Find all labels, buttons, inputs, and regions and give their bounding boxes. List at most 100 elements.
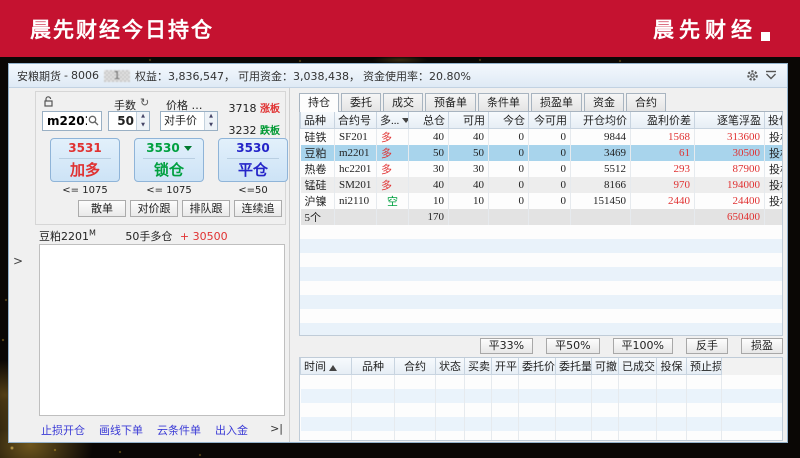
close-100-button[interactable]: 平100% bbox=[612, 338, 673, 354]
col-today-avail[interactable]: 今可用 bbox=[528, 112, 571, 129]
spin-down-icon[interactable]: ▼ bbox=[137, 121, 149, 130]
col-time[interactable]: 时间 bbox=[300, 358, 352, 375]
tab-contracts[interactable]: 合约 bbox=[626, 93, 666, 111]
col-available[interactable]: 可用 bbox=[448, 112, 489, 129]
data-panel: 持仓 委托 成交 预备单 条件单 损盈单 资金 合约 品种 合约号 多... 总… bbox=[291, 88, 787, 442]
col-order-price[interactable]: 委托价 bbox=[518, 358, 556, 375]
top-banner: 晨先财经今日持仓 晨先财经 bbox=[0, 0, 800, 57]
sort-asc-icon[interactable] bbox=[329, 361, 337, 372]
position-row-selected[interactable]: 豆粕 m2201 多 50 50 0 0 3469 61 30500 投机 bbox=[300, 145, 782, 161]
tab-condition-orders[interactable]: 条件单 bbox=[478, 93, 529, 111]
counter-follow-button[interactable]: 对价跟 bbox=[130, 200, 178, 217]
col-contract[interactable]: 合约 bbox=[394, 358, 436, 375]
spin-up-icon[interactable]: ▲ bbox=[205, 112, 217, 121]
lock-price: 3530 bbox=[146, 141, 192, 156]
order-panel: > 手数 ↻ 价格 … 50 ▲▼ 对手价 ▲▼ bbox=[9, 88, 290, 442]
tab-positions[interactable]: 持仓 bbox=[299, 93, 339, 112]
col-variety[interactable]: 品种 bbox=[300, 112, 335, 129]
lock-position-button[interactable]: 3530 锁仓 bbox=[134, 138, 204, 182]
account-number: 8006 bbox=[70, 69, 99, 82]
lock-dropdown-icon[interactable] bbox=[183, 145, 192, 155]
close-33-button[interactable]: 平33% bbox=[479, 338, 534, 354]
bottom-links: 止损开仓 画线下单 云条件单 出入金 >| bbox=[41, 422, 283, 438]
tab-orders[interactable]: 委托 bbox=[341, 93, 381, 111]
available-funds-text: 可用资金：3,038,438， bbox=[237, 69, 360, 83]
empty-order-row bbox=[300, 430, 782, 440]
tab-funds[interactable]: 资金 bbox=[584, 93, 624, 111]
tab-prepared-orders[interactable]: 预备单 bbox=[425, 93, 476, 111]
position-row[interactable]: 沪镍 ni2110 空 10 10 0 0 151450 2440 24400 … bbox=[300, 193, 782, 209]
col-profit-diff[interactable]: 盈利价差 bbox=[630, 112, 695, 129]
col-buysell[interactable]: 买卖 bbox=[464, 358, 492, 375]
tab-stop-profit-orders[interactable]: 损盈单 bbox=[531, 93, 582, 111]
close-label: 平仓 bbox=[237, 161, 268, 179]
price-spinner[interactable]: ▲ ▼ bbox=[204, 112, 217, 130]
upper-limit-price: 3718 bbox=[228, 102, 257, 115]
spin-up-icon[interactable]: ▲ bbox=[137, 112, 149, 121]
col-contract[interactable]: 合约号 bbox=[334, 112, 377, 129]
empty-order-row bbox=[300, 388, 782, 403]
search-icon[interactable] bbox=[88, 115, 99, 126]
lock-limit-hint: <= 1075 bbox=[146, 185, 192, 196]
close-position-button[interactable]: 3530 平仓 bbox=[218, 138, 288, 182]
broker-name: 安粮期货 bbox=[17, 69, 61, 83]
banner-brand: 晨先财经 bbox=[653, 14, 770, 44]
position-row[interactable]: 锰硅 SM201 多 40 40 0 0 8166 970 194000 投机 bbox=[300, 177, 782, 193]
spin-down-icon[interactable]: ▼ bbox=[205, 121, 217, 130]
stop-profit-button[interactable]: 损盈 bbox=[741, 338, 783, 354]
lots-spinner[interactable]: ▲ ▼ bbox=[136, 112, 149, 130]
price-type-select[interactable]: 对手价 ▲ ▼ bbox=[160, 111, 218, 131]
filter-icon[interactable] bbox=[402, 118, 408, 127]
col-total[interactable]: 总仓 bbox=[408, 112, 449, 129]
empty-order-row bbox=[300, 402, 782, 417]
col-preset-stop[interactable]: 预止损 bbox=[686, 358, 722, 375]
cloud-condition-link[interactable]: 云条件单 bbox=[157, 422, 201, 438]
refresh-lots-icon[interactable]: ↻ bbox=[140, 96, 149, 109]
col-openclose[interactable]: 开平 bbox=[491, 358, 519, 375]
lock-label: 锁仓 bbox=[153, 161, 184, 179]
stop-open-link[interactable]: 止损开仓 bbox=[41, 422, 85, 438]
upper-limit-tag: 涨板 bbox=[260, 104, 280, 115]
positions-table: 品种 合约号 多... 总仓 可用 今仓 今可用 开仓均价 盈利价差 逐笔浮盈 … bbox=[299, 112, 783, 336]
col-variety[interactable]: 品种 bbox=[351, 358, 395, 375]
funds-transfer-link[interactable]: 出入金 bbox=[215, 422, 248, 438]
draw-line-order-link[interactable]: 画线下单 bbox=[99, 422, 143, 438]
collapse-right-icon[interactable]: >| bbox=[270, 422, 283, 438]
lots-spinbox[interactable]: 50 ▲ ▼ bbox=[108, 111, 150, 131]
position-row[interactable]: 硅铁 SF201 多 40 40 0 0 9844 1568 313600 投机 bbox=[300, 128, 782, 145]
position-row[interactable]: 热卷 hc2201 多 30 30 0 0 5512 293 87900 投机 bbox=[300, 161, 782, 177]
col-hedge[interactable]: 投保 bbox=[764, 112, 782, 129]
panel-expander[interactable]: > bbox=[11, 254, 25, 274]
banner-title: 晨先财经今日持仓 bbox=[30, 17, 214, 42]
position-summary-line: 豆粕2201M 50手多仓 + 30500 bbox=[39, 228, 228, 244]
account-redacted: 1 bbox=[103, 69, 130, 82]
positions-header-row: 品种 合约号 多... 总仓 可用 今仓 今可用 开仓均价 盈利价差 逐笔浮盈 … bbox=[300, 112, 782, 129]
tab-bar: 持仓 委托 成交 预备单 条件单 损盈单 资金 合约 bbox=[299, 93, 783, 112]
queue-follow-button[interactable]: 排队跟 bbox=[182, 200, 230, 217]
lower-limit-price: 3232 bbox=[228, 124, 257, 137]
single-order-button[interactable]: 散单 bbox=[78, 200, 126, 217]
col-direction[interactable]: 多... bbox=[376, 112, 409, 129]
message-listbox[interactable] bbox=[39, 244, 285, 416]
col-today[interactable]: 今仓 bbox=[488, 112, 529, 129]
continuous-chase-button[interactable]: 连续追 bbox=[234, 200, 282, 217]
settings-gear-icon[interactable] bbox=[744, 68, 760, 84]
tab-trades[interactable]: 成交 bbox=[383, 93, 423, 111]
rollup-window-icon[interactable] bbox=[763, 68, 779, 84]
equity-text: 权益：3,836,547， bbox=[134, 69, 235, 83]
col-hedge[interactable]: 投保 bbox=[656, 358, 687, 375]
order-entry-group: 手数 ↻ 价格 … 50 ▲▼ 对手价 ▲▼ 3718 涨板 bbox=[35, 91, 288, 225]
buy-limit-hint: <= 1075 bbox=[62, 185, 108, 196]
buy-more-button[interactable]: 3531 加多 bbox=[50, 138, 120, 182]
position-pnl: + 30500 bbox=[179, 230, 228, 243]
col-float-profit[interactable]: 逐笔浮盈 bbox=[694, 112, 765, 129]
col-avg-price[interactable]: 开仓均价 bbox=[570, 112, 631, 129]
col-filled[interactable]: 已成交 bbox=[618, 358, 657, 375]
close-price: 3530 bbox=[236, 141, 270, 155]
col-status[interactable]: 状态 bbox=[435, 358, 465, 375]
col-order-qty[interactable]: 委托量 bbox=[555, 358, 592, 375]
col-cancelable[interactable]: 可撤 bbox=[591, 358, 619, 375]
unlock-icon[interactable] bbox=[44, 96, 54, 107]
close-50-button[interactable]: 平50% bbox=[546, 338, 600, 354]
reverse-button[interactable]: 反手 bbox=[686, 338, 728, 354]
